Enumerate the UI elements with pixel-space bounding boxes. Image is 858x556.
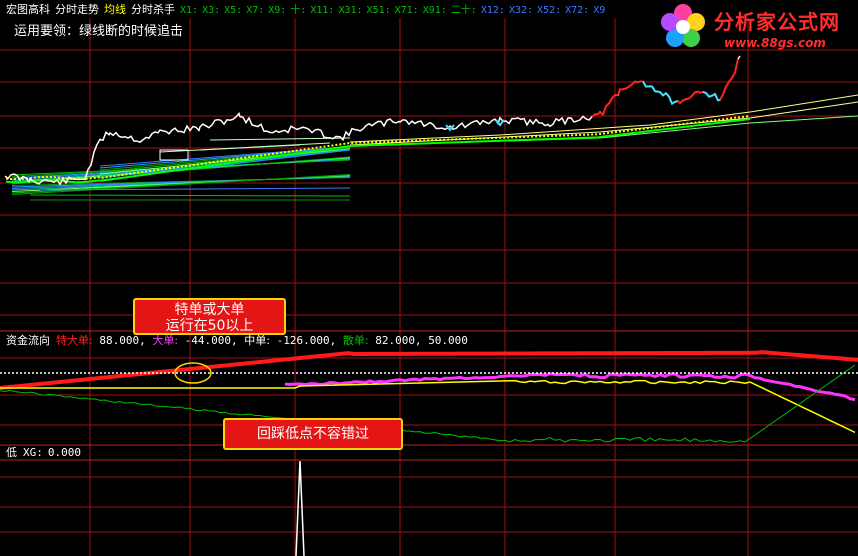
fund-flow-value: -44.000, xyxy=(178,334,245,347)
large-order-line xyxy=(284,372,856,402)
fund-flow-label: 大单: xyxy=(152,334,179,347)
indicator-param: X72: xyxy=(565,5,590,16)
chart-canvas[interactable] xyxy=(0,0,858,556)
header-bar: 宏图高科 分时走势 均线 分时杀手 X1: X3: X5: X7: X9: 十: X11: X31: X… xyxy=(6,3,614,17)
price-segment xyxy=(668,96,679,106)
indicator-params: X1: X3: X5: X7: X9: 十: X11: X31: X51: X71: X91: 二十:… xyxy=(180,5,609,16)
callout-bottom-text: 回踩低点不容错过 xyxy=(257,426,369,442)
indicator-param: X12: xyxy=(480,5,505,16)
site-logo: 分析家公式网 www.88gs.com xyxy=(656,0,858,58)
price-segment xyxy=(719,81,730,101)
indicator-param: X32: xyxy=(508,5,534,16)
indicator-param: X51: xyxy=(366,5,391,16)
indicator-param: X52: xyxy=(537,5,562,16)
logo-url: www.88gs.com xyxy=(724,36,826,50)
fund-flow-title: 资金流向 xyxy=(6,334,50,347)
flower-logo-icon xyxy=(661,4,705,47)
fund-flow-label: 中单: xyxy=(244,334,270,347)
indicator-param: X71: xyxy=(394,5,419,16)
fund-flow-header: 资金流向 特大单: 88.000, 大单: -44.000, 中单: -126.0… xyxy=(6,334,468,348)
price-segment xyxy=(495,119,505,127)
xg-title: 低 xyxy=(6,446,17,459)
price-segment xyxy=(608,93,619,104)
chart-window: 宏图高科 分时走势 均线 分时杀手 X1: X3: X5: X7: X9: 十: X11: X31: X… xyxy=(0,0,858,556)
view-name[interactable]: 分时走势 xyxy=(55,3,99,16)
indicator-param: X5: xyxy=(224,5,243,16)
xg-value: 0.000 xyxy=(47,446,81,459)
fund-flow-values: 特大单: 88.000, 大单: -44.000, 中单: -126.000, … xyxy=(56,334,468,347)
fund-flow-value: 88.000, xyxy=(92,334,153,347)
callout-top: 特单或大单 运行在50以上 xyxy=(133,298,286,335)
indicator-param: X9: xyxy=(268,5,287,16)
indicator-param: X91: xyxy=(422,5,447,16)
indicator-param: X1: xyxy=(180,5,199,16)
price-segment xyxy=(694,90,704,94)
fund-flow-value: 50.000 xyxy=(428,334,468,347)
xg-header: 低 XG: 0.000 xyxy=(6,446,81,460)
indicator-param: X7: xyxy=(246,5,265,16)
price-segment xyxy=(711,92,721,102)
indicator-param: X31: xyxy=(338,5,363,16)
stock-name: 宏图高科 xyxy=(6,3,50,16)
price-segment xyxy=(651,85,661,94)
price-segment xyxy=(617,87,627,96)
price-segment xyxy=(659,91,670,98)
indicator-param: X11: xyxy=(310,5,335,16)
price-segment xyxy=(634,80,644,84)
price-segment xyxy=(685,91,696,101)
price-segment xyxy=(702,90,713,98)
callout-bottom: 回踩低点不容错过 xyxy=(223,418,403,450)
fund-flow-value: 82.000, xyxy=(368,334,429,347)
logo-title: 分析家公式网 xyxy=(714,10,840,34)
callout-top-line2: 运行在50以上 xyxy=(165,318,254,334)
price-segment xyxy=(625,80,636,90)
price-segment xyxy=(728,58,739,83)
usage-tip: 运用要领：绿线断的时候追击 xyxy=(14,24,184,39)
callout-top-line1: 特单或大单 xyxy=(174,302,245,318)
indicator-avg[interactable]: 均线 xyxy=(104,3,126,16)
indicator-param: 十: xyxy=(290,5,307,16)
indicator-param: 二十: xyxy=(450,5,477,16)
trend-band xyxy=(349,94,858,143)
indicator-param: X9 xyxy=(593,5,606,16)
xg-spike xyxy=(295,460,305,556)
price-segment xyxy=(599,102,610,117)
price-segment xyxy=(677,98,687,105)
fund-flow-label: 散单: xyxy=(342,334,369,347)
indicator-killer[interactable]: 分时杀手 xyxy=(131,3,175,16)
fan-line xyxy=(29,194,351,197)
fund-flow-label: 特大单: xyxy=(56,334,93,347)
indicator-param: X3: xyxy=(202,5,221,16)
fund-flow-value: -126.000, xyxy=(270,334,343,347)
xg-label: XG: xyxy=(23,446,43,459)
